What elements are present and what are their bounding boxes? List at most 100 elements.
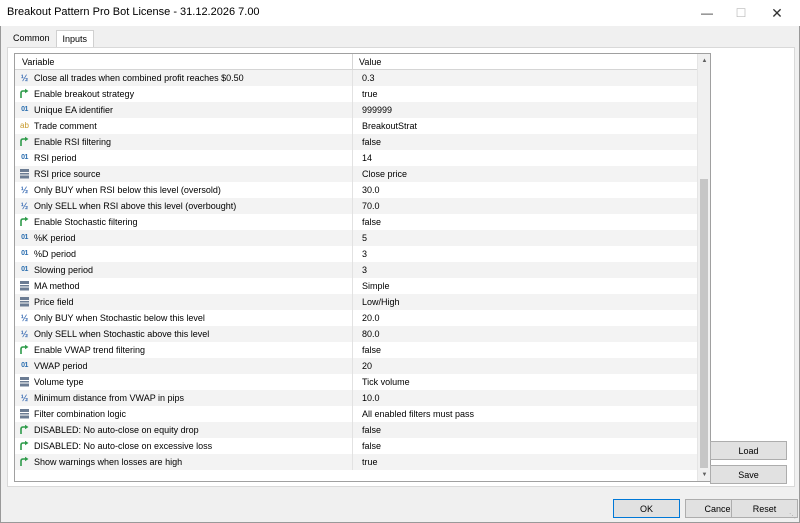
grid-row[interactable]: ½ Minimum distance from VWAP in pips 10.0 (15, 390, 697, 406)
variable-name: Slowing period (34, 265, 94, 275)
variable-name: Only BUY when Stochastic below this leve… (34, 313, 205, 323)
bool-arrow-icon (19, 344, 30, 355)
cell-divider (352, 390, 353, 406)
bool-arrow-icon (19, 456, 30, 467)
grid-row[interactable]: Enable breakout strategy true (15, 86, 697, 102)
grid-row[interactable]: ab Trade comment BreakoutStrat (15, 118, 697, 134)
title-bar: Breakout Pattern Pro Bot License - 31.12… (0, 0, 800, 26)
grid-row[interactable]: 01 VWAP period 20 (15, 358, 697, 374)
grid-row[interactable]: Show warnings when losses are high true (15, 454, 697, 470)
maximize-button[interactable]: ☐ (723, 0, 759, 26)
grid-row[interactable]: 01 Slowing period 3 (15, 262, 697, 278)
grid-row[interactable]: ½ Only BUY when RSI below this level (ove… (15, 182, 697, 198)
variable-value[interactable]: false (362, 217, 381, 227)
grid-row[interactable]: DISABLED: No auto-close on equity drop fa… (15, 422, 697, 438)
variable-value[interactable]: Tick volume (362, 377, 410, 387)
cell-divider (352, 358, 353, 374)
tab-common[interactable]: Common (7, 30, 56, 48)
bool-arrow-icon (19, 88, 30, 99)
variable-value[interactable]: Close price (362, 169, 407, 179)
grid-row[interactable]: 01 Unique EA identifier 999999 (15, 102, 697, 118)
variable-value[interactable]: false (362, 345, 381, 355)
grid-row[interactable]: Volume type Tick volume (15, 374, 697, 390)
variable-value[interactable]: false (362, 441, 381, 451)
grid-row[interactable]: ½ Only SELL when RSI above this level (ov… (15, 198, 697, 214)
cell-divider (352, 246, 353, 262)
tab-strip: Common Inputs (7, 30, 95, 48)
cell-divider (352, 198, 353, 214)
variable-name: DISABLED: No auto-close on equity drop (34, 425, 199, 435)
inputs-grid: Variable Value ½ Close all trades when co… (14, 53, 711, 482)
cell-divider (352, 326, 353, 342)
variable-name: Filter combination logic (34, 409, 127, 419)
variable-value[interactable]: 3 (362, 249, 367, 259)
cell-divider (352, 134, 353, 150)
grid-header: Variable Value (15, 54, 697, 70)
variable-value[interactable]: 14 (362, 153, 372, 163)
scroll-up-arrow-icon[interactable]: ▲ (698, 54, 710, 67)
grid-row[interactable]: DISABLED: No auto-close on excessive los… (15, 438, 697, 454)
variable-value[interactable]: Low/High (362, 297, 400, 307)
tab-inputs[interactable]: Inputs (55, 30, 95, 48)
vertical-scrollbar[interactable]: ▲ ▼ (697, 54, 710, 481)
variable-value[interactable]: 5 (362, 233, 367, 243)
variable-value[interactable]: 3 (362, 265, 367, 275)
grid-row[interactable]: Enable VWAP trend filtering false (15, 342, 697, 358)
variable-value[interactable]: true (362, 457, 378, 467)
grid-row[interactable]: MA method Simple (15, 278, 697, 294)
load-button[interactable]: Load (710, 441, 787, 460)
variable-value[interactable]: false (362, 137, 381, 147)
variable-value[interactable]: Simple (362, 281, 390, 291)
variable-value[interactable]: 999999 (362, 105, 392, 115)
cell-divider (352, 70, 353, 86)
close-button[interactable]: ✕ (759, 0, 795, 26)
ok-button[interactable]: OK (613, 499, 680, 518)
double-icon: ½ (20, 392, 29, 403)
cell-divider (352, 342, 353, 358)
bool-arrow-icon (19, 216, 30, 227)
variable-value[interactable]: 20.0 (362, 313, 380, 323)
variable-value[interactable]: 70.0 (362, 201, 380, 211)
cell-divider (352, 166, 353, 182)
double-icon: ½ (20, 312, 29, 323)
cell-divider (352, 262, 353, 278)
variable-value[interactable]: false (362, 425, 381, 435)
column-header-variable[interactable]: Variable (22, 57, 54, 67)
variable-value[interactable]: 10.0 (362, 393, 380, 403)
enum-icon (19, 280, 30, 291)
save-button[interactable]: Save (710, 465, 787, 484)
grid-row[interactable]: Enable RSI filtering false (15, 134, 697, 150)
int-icon: 01 (21, 362, 28, 369)
grid-row[interactable]: RSI price source Close price (15, 166, 697, 182)
resize-grip-icon[interactable]: ⋱ (789, 512, 797, 520)
column-divider[interactable] (352, 54, 353, 70)
grid-row[interactable]: Enable Stochastic filtering false (15, 214, 697, 230)
variable-value[interactable]: 0.3 (362, 73, 375, 83)
variable-value[interactable]: 80.0 (362, 329, 380, 339)
grid-row[interactable]: 01 %K period 5 (15, 230, 697, 246)
variable-value[interactable]: 30.0 (362, 185, 380, 195)
grid-row[interactable]: 01 %D period 3 (15, 246, 697, 262)
column-header-value[interactable]: Value (359, 57, 381, 67)
reset-button[interactable]: Reset (731, 499, 798, 518)
int-icon: 01 (21, 250, 28, 257)
variable-value[interactable]: 20 (362, 361, 372, 371)
grid-row[interactable]: ½ Close all trades when combined profit r… (15, 70, 697, 86)
variable-value[interactable]: BreakoutStrat (362, 121, 417, 131)
cell-divider (352, 294, 353, 310)
grid-row[interactable]: Filter combination logic All enabled filt… (15, 406, 697, 422)
variable-value[interactable]: true (362, 89, 378, 99)
minimize-button[interactable]: — (689, 0, 725, 26)
grid-row[interactable]: ½ Only SELL when Stochastic above this le… (15, 326, 697, 342)
variable-name: %K period (34, 233, 76, 243)
scrollbar-thumb[interactable] (700, 179, 708, 468)
grid-row[interactable]: ½ Only BUY when Stochastic below this lev… (15, 310, 697, 326)
int-icon: 01 (21, 234, 28, 241)
enum-icon (19, 168, 30, 179)
variable-value[interactable]: All enabled filters must pass (362, 409, 474, 419)
grid-row[interactable]: Price field Low/High (15, 294, 697, 310)
variable-name: Volume type (34, 377, 84, 387)
variable-name: Show warnings when losses are high (34, 457, 183, 467)
double-icon: ½ (20, 200, 29, 211)
grid-row[interactable]: 01 RSI period 14 (15, 150, 697, 166)
